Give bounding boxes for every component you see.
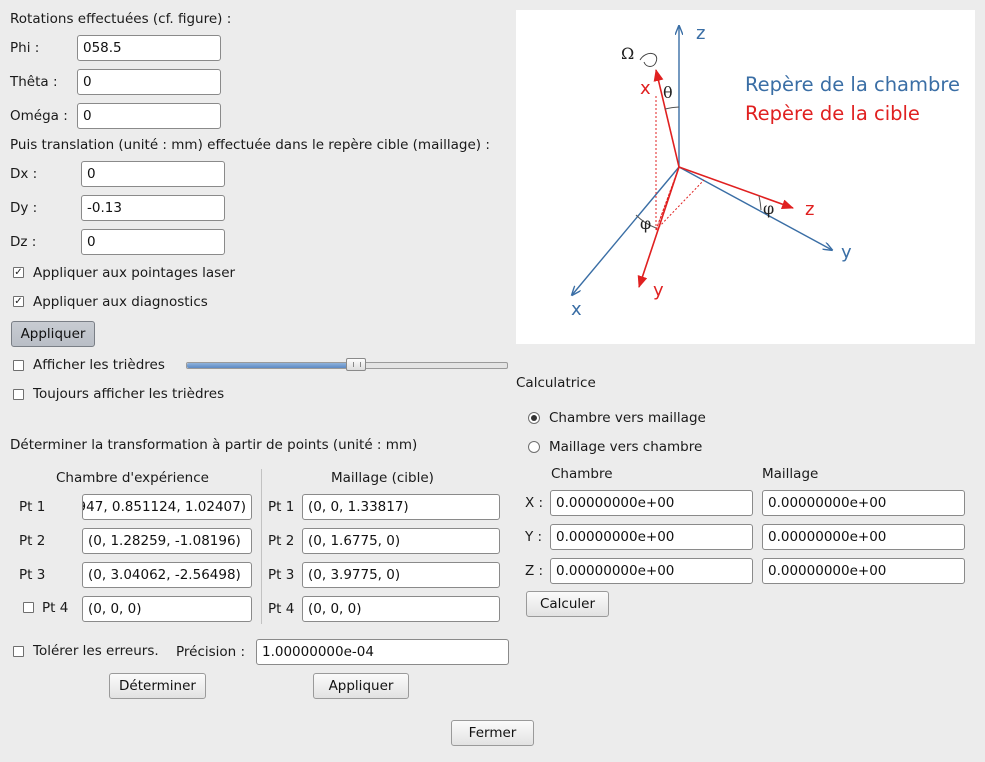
pt2-chamber-input[interactable]: (0, 1.28259, -1.08196) bbox=[82, 528, 252, 554]
compute-button[interactable]: Calculer bbox=[526, 591, 609, 617]
chamber-y-label: y bbox=[841, 242, 852, 263]
chamber-to-mesh-label: Chambre vers maillage bbox=[549, 410, 706, 426]
phi-label: Phi : bbox=[10, 40, 40, 56]
phi-arc-right bbox=[758, 195, 762, 211]
legend-target: Repère de la cible bbox=[745, 102, 920, 125]
legend-chamber: Repère de la chambre bbox=[745, 73, 960, 96]
omega-rotation-icon bbox=[639, 53, 658, 67]
pt4-label: Pt 4 bbox=[42, 600, 69, 616]
calc-y-mesh-input[interactable]: 0.00000000e+00 bbox=[762, 524, 965, 550]
pt1-mesh-label: Pt 1 bbox=[268, 499, 295, 515]
dz-input[interactable]: 0 bbox=[81, 229, 225, 255]
apply-laser-checkbox[interactable]: ✓ bbox=[13, 267, 24, 278]
chamber-x-axis bbox=[572, 166, 680, 295]
calc-mesh-header: Maillage bbox=[762, 466, 819, 482]
pt4-chamber-input[interactable]: (0, 0, 0) bbox=[82, 596, 252, 622]
calc-z-mesh-input[interactable]: 0.00000000e+00 bbox=[762, 558, 965, 584]
close-button[interactable]: Fermer bbox=[451, 720, 534, 746]
phi-input[interactable]: 058.5 bbox=[77, 35, 221, 61]
calc-chamber-header: Chambre bbox=[551, 466, 613, 482]
chamber-z-label: z bbox=[696, 23, 705, 44]
coordinate-figure: z y x x y z Ω θ φ φ Repère de la chambre… bbox=[516, 10, 975, 344]
calc-z-chamber-input[interactable]: 0.00000000e+00 bbox=[550, 558, 753, 584]
tolerate-errors-label: Tolérer les erreurs. bbox=[33, 643, 159, 659]
precision-input[interactable]: 1.00000000e-04 bbox=[256, 639, 509, 665]
pt2-label: Pt 2 bbox=[19, 533, 46, 549]
points-title: Déterminer la transformation à partir de… bbox=[10, 437, 418, 453]
calc-x-label: X : bbox=[525, 495, 544, 511]
projection-diagonal bbox=[655, 179, 705, 231]
apply-diagnostics-checkbox[interactable]: ✓ bbox=[13, 296, 24, 307]
chamber-to-mesh-radio[interactable] bbox=[528, 412, 540, 424]
dz-label: Dz : bbox=[10, 234, 37, 250]
precision-label: Précision : bbox=[176, 644, 246, 660]
tolerate-errors-checkbox[interactable] bbox=[13, 646, 24, 657]
phi-symbol-right: φ bbox=[763, 199, 774, 218]
omega-label: Oméga : bbox=[10, 108, 68, 124]
omega-symbol: Ω bbox=[621, 44, 634, 63]
pt4-mesh-label: Pt 4 bbox=[268, 601, 295, 617]
phi-symbol-left: φ bbox=[640, 214, 651, 233]
pt1-label: Pt 1 bbox=[19, 499, 46, 515]
determine-button[interactable]: Déterminer bbox=[109, 673, 206, 699]
pt2-mesh-label: Pt 2 bbox=[268, 533, 295, 549]
show-triedres-checkbox[interactable] bbox=[13, 360, 24, 371]
target-z-label: z bbox=[805, 199, 814, 220]
chamber-x-label: x bbox=[571, 299, 582, 320]
omega-input[interactable]: 0 bbox=[77, 103, 221, 129]
translation-title: Puis translation (unité : mm) effectuée … bbox=[10, 137, 490, 153]
always-triedres-label: Toujours afficher les trièdres bbox=[33, 386, 225, 402]
column-separator bbox=[261, 469, 262, 624]
pt3-mesh-input[interactable]: (0, 3.9775, 0) bbox=[302, 562, 500, 588]
pt3-chamber-input[interactable]: (0, 3.04062, -2.56498) bbox=[82, 562, 252, 588]
mesh-to-chamber-radio[interactable] bbox=[528, 441, 540, 453]
theta-arc bbox=[664, 106, 680, 110]
slider-fill bbox=[187, 363, 357, 368]
chamber-column-header: Chambre d'expérience bbox=[56, 470, 209, 486]
calc-y-chamber-input[interactable]: 0.00000000e+00 bbox=[550, 524, 753, 550]
theta-label: Thêta : bbox=[10, 74, 58, 90]
pt3-mesh-label: Pt 3 bbox=[268, 567, 295, 583]
rotations-title: Rotations effectuées (cf. figure) : bbox=[10, 11, 232, 27]
always-triedres-checkbox[interactable] bbox=[13, 389, 24, 400]
pt3-label: Pt 3 bbox=[19, 567, 46, 583]
dy-input[interactable]: -0.13 bbox=[81, 195, 225, 221]
target-y-label: y bbox=[653, 280, 664, 301]
mesh-column-header: Maillage (cible) bbox=[331, 470, 434, 486]
slider-handle[interactable] bbox=[346, 358, 366, 371]
mesh-to-chamber-label: Maillage vers chambre bbox=[549, 439, 703, 455]
calc-x-mesh-input[interactable]: 0.00000000e+00 bbox=[762, 490, 965, 516]
pt1-chamber-input[interactable]: (0.183947, 0.851124, 1.02407) bbox=[82, 494, 252, 520]
apply-rotation-button[interactable]: Appliquer bbox=[11, 321, 95, 347]
show-triedres-label: Afficher les trièdres bbox=[33, 357, 165, 373]
apply-points-button[interactable]: Appliquer bbox=[313, 673, 409, 699]
pt2-mesh-input[interactable]: (0, 1.6775, 0) bbox=[302, 528, 500, 554]
frames-diagram: z y x x y z Ω θ φ φ Repère de la chambre… bbox=[516, 23, 960, 320]
dy-label: Dy : bbox=[10, 200, 38, 216]
apply-laser-label: Appliquer aux pointages laser bbox=[33, 265, 236, 281]
dx-input[interactable]: 0 bbox=[81, 161, 225, 187]
dx-label: Dx : bbox=[10, 166, 38, 182]
apply-diagnostics-label: Appliquer aux diagnostics bbox=[33, 294, 208, 310]
theta-symbol: θ bbox=[663, 83, 673, 102]
pt4-mesh-input[interactable]: (0, 0, 0) bbox=[302, 596, 500, 622]
pt1-mesh-input[interactable]: (0, 0, 1.33817) bbox=[302, 494, 500, 520]
calculator-title: Calculatrice bbox=[516, 375, 596, 391]
theta-input[interactable]: 0 bbox=[77, 69, 221, 95]
target-z-axis bbox=[678, 166, 794, 209]
calc-y-label: Y : bbox=[525, 529, 543, 545]
pt4-checkbox[interactable] bbox=[23, 602, 34, 613]
target-x-label: x bbox=[640, 78, 651, 99]
calc-x-chamber-input[interactable]: 0.00000000e+00 bbox=[550, 490, 753, 516]
calc-z-label: Z : bbox=[525, 563, 544, 579]
